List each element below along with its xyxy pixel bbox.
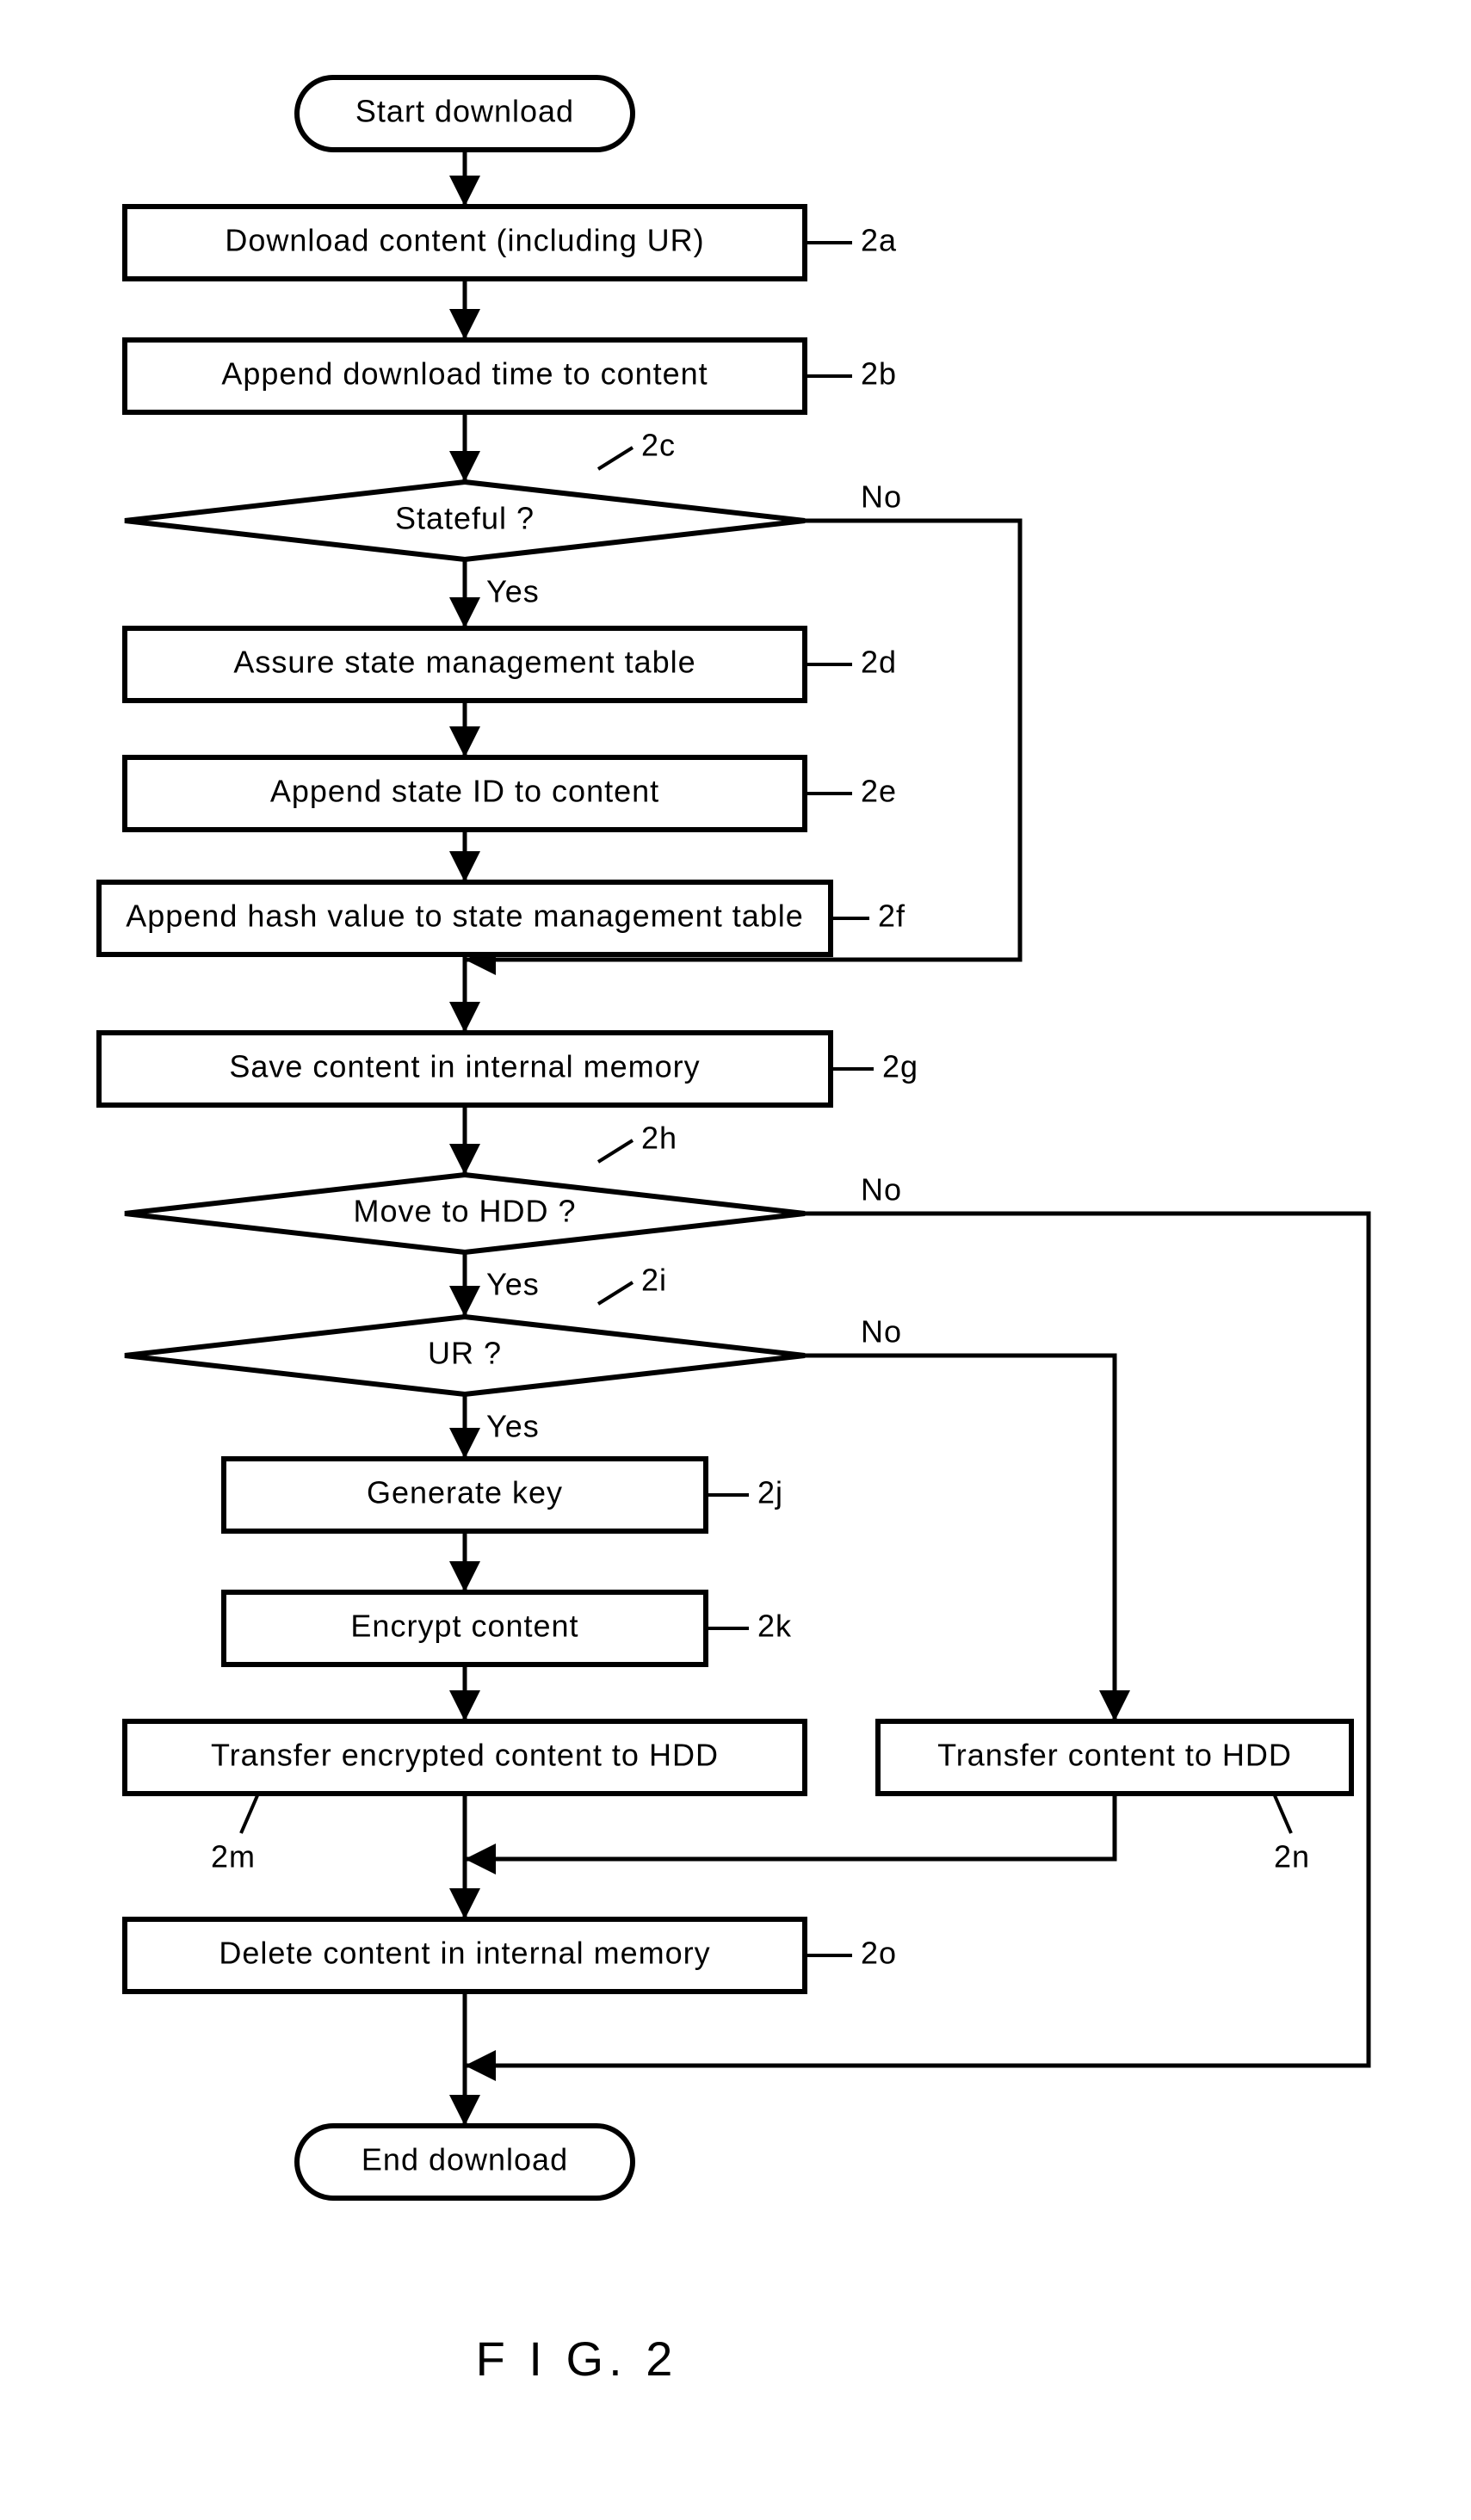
terminator-end: End download xyxy=(297,2126,633,2198)
decision-2i-text: UR ? xyxy=(428,1336,502,1371)
terminator-start: Start download xyxy=(297,77,633,150)
decision-2h-label: 2h xyxy=(641,1121,677,1156)
connector-2n-merge xyxy=(465,1794,1115,1859)
terminator-end-label: End download xyxy=(362,2142,568,2177)
process-2m-label: 2m xyxy=(211,1839,256,1875)
process-2d: Assure state management table 2d xyxy=(125,628,897,701)
process-2b: Append download time to content 2b xyxy=(125,340,897,412)
decision-2c-no: No xyxy=(861,479,902,515)
process-2g: Save content in internal memory 2g xyxy=(99,1033,918,1105)
flowchart: Start download Download content (includi… xyxy=(0,0,1471,2520)
process-2j-label: 2j xyxy=(757,1475,783,1510)
process-2f-text: Append hash value to state management ta… xyxy=(126,899,804,934)
decision-2i-label: 2i xyxy=(641,1263,667,1298)
label-tick xyxy=(1274,1794,1291,1833)
decision-2i-no: No xyxy=(861,1314,902,1350)
decision-2h-no: No xyxy=(861,1172,902,1208)
process-2o: Delete content in internal memory 2o xyxy=(125,1919,897,1992)
process-2j-text: Generate key xyxy=(367,1475,563,1510)
label-tick xyxy=(598,448,633,469)
process-2e: Append state ID to content 2e xyxy=(125,757,897,830)
process-2k-text: Encrypt content xyxy=(350,1609,578,1644)
process-2f-label: 2f xyxy=(878,899,905,934)
decision-2c-label: 2c xyxy=(641,428,676,463)
process-2o-text: Delete content in internal memory xyxy=(219,1936,710,1971)
process-2a-label: 2a xyxy=(861,223,897,258)
label-tick xyxy=(598,1140,633,1162)
process-2b-label: 2b xyxy=(861,356,897,392)
process-2a-text: Download content (including UR) xyxy=(225,223,704,258)
process-2a: Download content (including UR) 2a xyxy=(125,207,897,279)
process-2d-text: Assure state management table xyxy=(233,645,695,680)
process-2j: Generate key 2j xyxy=(224,1459,783,1531)
decision-2c-yes: Yes xyxy=(486,574,540,609)
process-2n-label: 2n xyxy=(1274,1839,1310,1875)
process-2e-label: 2e xyxy=(861,774,897,809)
process-2g-text: Save content in internal memory xyxy=(229,1049,700,1084)
label-tick xyxy=(598,1282,633,1304)
decision-2h-text: Move to HDD ? xyxy=(353,1194,576,1229)
process-2k: Encrypt content 2k xyxy=(224,1592,792,1665)
label-tick xyxy=(241,1794,258,1833)
decision-2i-yes: Yes xyxy=(486,1409,540,1444)
figure-caption: F I G. 2 xyxy=(476,2332,678,2386)
decision-2h-yes: Yes xyxy=(486,1267,540,1302)
process-2m-text: Transfer encrypted content to HDD xyxy=(211,1738,719,1773)
process-2d-label: 2d xyxy=(861,645,897,680)
terminator-start-label: Start download xyxy=(355,94,574,129)
process-2g-label: 2g xyxy=(882,1049,918,1084)
process-2e-text: Append state ID to content xyxy=(270,774,659,809)
process-2o-label: 2o xyxy=(861,1936,897,1971)
decision-2c-text: Stateful ? xyxy=(395,501,535,536)
process-2n-text: Transfer content to HDD xyxy=(937,1738,1292,1773)
process-2b-text: Append download time to content xyxy=(221,356,708,392)
process-2f: Append hash value to state management ta… xyxy=(99,882,905,954)
process-2k-label: 2k xyxy=(757,1609,792,1644)
connector-no-2i xyxy=(805,1356,1115,1721)
